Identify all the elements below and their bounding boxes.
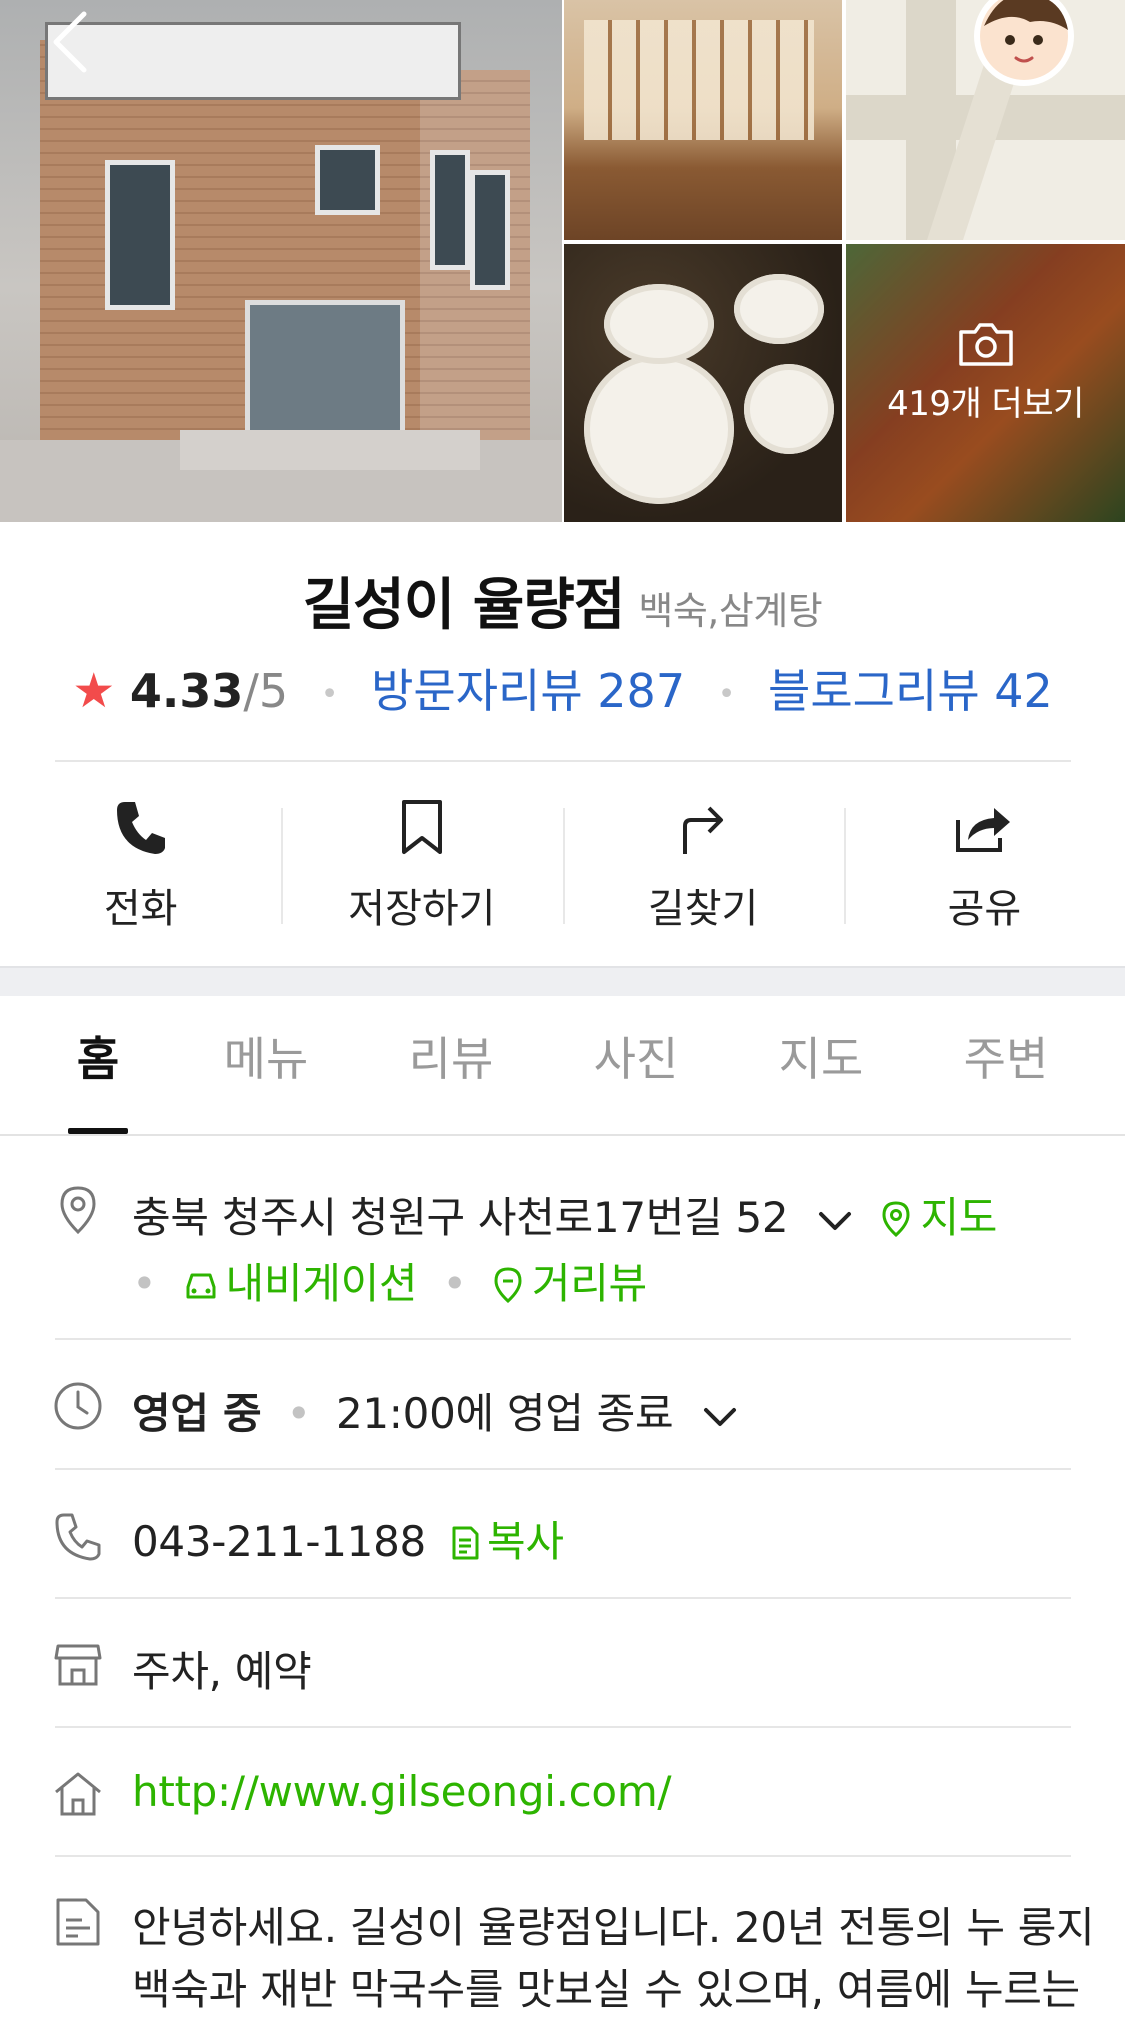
store-icon xyxy=(54,1644,102,1686)
more-photos-button[interactable]: 419개 더보기 xyxy=(846,320,1125,425)
save-label: 저장하기 xyxy=(348,886,496,932)
amenities-text: 주차, 예약 xyxy=(132,1647,312,1696)
website-row: http://www.gilseongi.com/ xyxy=(132,1767,672,1816)
camera-icon xyxy=(958,323,1013,366)
share-label: 공유 xyxy=(947,886,1022,932)
chevron-down-icon[interactable] xyxy=(702,1405,738,1429)
storefront-photo[interactable] xyxy=(0,0,562,522)
separator-dot: • xyxy=(320,677,339,712)
navigation-link-label: 내비게이션 xyxy=(225,1259,418,1308)
streetview-link-label: 거리뷰 xyxy=(531,1259,647,1308)
copy-phone-button[interactable]: 복사 xyxy=(449,1517,564,1566)
chevron-down-icon[interactable] xyxy=(817,1209,853,1233)
photo-gallery[interactable]: 419개 더보기 xyxy=(0,0,1125,522)
section-separator xyxy=(0,966,1125,996)
phone-icon xyxy=(116,802,165,854)
description-line-1: 안녕하세요. 길성이 율량점입니다. 20년 전통의 누 룽지 xyxy=(132,1903,1095,1952)
amenities-row: 주차, 예약 xyxy=(132,1638,312,1699)
streetview-link[interactable]: 거리뷰 xyxy=(492,1259,647,1308)
divider xyxy=(55,1597,1071,1599)
share-button[interactable]: 공유 xyxy=(843,768,1125,948)
tab-home[interactable]: 홈 xyxy=(30,994,166,1134)
chevron-left-icon xyxy=(53,11,87,73)
call-button[interactable]: 전화 xyxy=(0,768,281,948)
clock-icon xyxy=(54,1382,102,1430)
tab-bar: 홈 메뉴 리뷰 사진 지도 주변 xyxy=(0,994,1125,1136)
phone-number[interactable]: 043-211-1188 xyxy=(132,1517,426,1566)
phone-outline-icon xyxy=(55,1513,101,1561)
description-line-2: 백숙과 재반 막국수를 맛보실 수 있으며, 여름에 누르는 xyxy=(132,1965,1080,2014)
directions-button[interactable]: 길찾기 xyxy=(562,768,844,948)
rating-max: /5 xyxy=(243,664,289,718)
address-text: 충북 청주시 청원구 사천로17번길 52 xyxy=(132,1193,789,1242)
map-pin-icon xyxy=(882,1201,910,1238)
separator-dot: • xyxy=(717,677,736,712)
action-bar: 전화 저장하기 길찾기 공유 xyxy=(0,768,1125,948)
save-button[interactable]: 저장하기 xyxy=(281,768,562,948)
copy-label: 복사 xyxy=(487,1517,564,1566)
directions-label: 길찾기 xyxy=(647,886,759,932)
car-icon xyxy=(186,1273,216,1299)
document-icon xyxy=(56,1898,100,1946)
visitor-reviews-link[interactable]: 방문자리뷰 287 xyxy=(371,664,685,718)
business-status: 영업 중 xyxy=(132,1389,262,1438)
bookmark-icon xyxy=(401,800,442,854)
home-icon xyxy=(55,1772,101,1816)
website-link[interactable]: http://www.gilseongi.com/ xyxy=(132,1767,672,1816)
food-photo[interactable] xyxy=(564,244,842,522)
my-avatar-button[interactable] xyxy=(970,0,1078,90)
tab-photos[interactable]: 사진 xyxy=(568,994,704,1134)
more-photos-label: 419개 더보기 xyxy=(887,384,1084,424)
separator-dot: • xyxy=(286,1389,311,1438)
location-pin-icon xyxy=(60,1186,96,1235)
streetview-pin-icon xyxy=(494,1267,522,1304)
hours-row[interactable]: 영업 중 • 21:00에 영업 종료 xyxy=(132,1380,738,1441)
tab-nearby[interactable]: 주변 xyxy=(938,994,1074,1134)
place-header: 길성이 율량점 백숙,삼계탕 xyxy=(0,560,1125,641)
blog-reviews-link[interactable]: 블로그리뷰 42 xyxy=(768,664,1053,718)
place-category: 백숙,삼계탕 xyxy=(638,589,823,633)
separator-dot: • xyxy=(442,1259,467,1308)
divider xyxy=(55,1726,1071,1728)
active-tab-indicator xyxy=(68,1128,128,1134)
star-icon: ★ xyxy=(72,663,116,719)
rating-row: ★ 4.33/5 • 방문자리뷰 287 • 블로그리뷰 42 xyxy=(0,655,1125,721)
address-row: 충북 청주시 청원구 사천로17번길 52 지도 xyxy=(132,1184,997,1245)
call-label: 전화 xyxy=(103,886,178,932)
separator-dot: • xyxy=(132,1259,157,1308)
phone-row: 043-211-1188 복사 xyxy=(132,1508,564,1569)
divider xyxy=(55,760,1071,762)
navigation-link[interactable]: 내비게이션 xyxy=(182,1259,431,1308)
divider xyxy=(55,1468,1071,1470)
tab-map[interactable]: 지도 xyxy=(753,994,889,1134)
divider xyxy=(55,1338,1071,1340)
share-icon xyxy=(956,808,1011,852)
place-name: 길성이 율량점 xyxy=(302,573,626,638)
closing-time: 21:00에 영업 종료 xyxy=(335,1389,674,1438)
interior-photo[interactable] xyxy=(564,0,842,240)
map-link-label: 지도 xyxy=(920,1193,998,1242)
back-button[interactable] xyxy=(40,8,100,78)
copy-icon xyxy=(452,1526,479,1560)
avatar-icon xyxy=(974,0,1074,86)
rating-value: 4.33 xyxy=(129,664,244,718)
directions-icon xyxy=(683,806,724,854)
tab-menu[interactable]: 메뉴 xyxy=(198,994,334,1134)
address-links-row: • 내비게이션 • 거리뷰 xyxy=(132,1250,647,1311)
tab-reviews[interactable]: 리뷰 xyxy=(383,994,519,1134)
divider xyxy=(55,1855,1071,1857)
map-link[interactable]: 지도 xyxy=(880,1193,997,1242)
